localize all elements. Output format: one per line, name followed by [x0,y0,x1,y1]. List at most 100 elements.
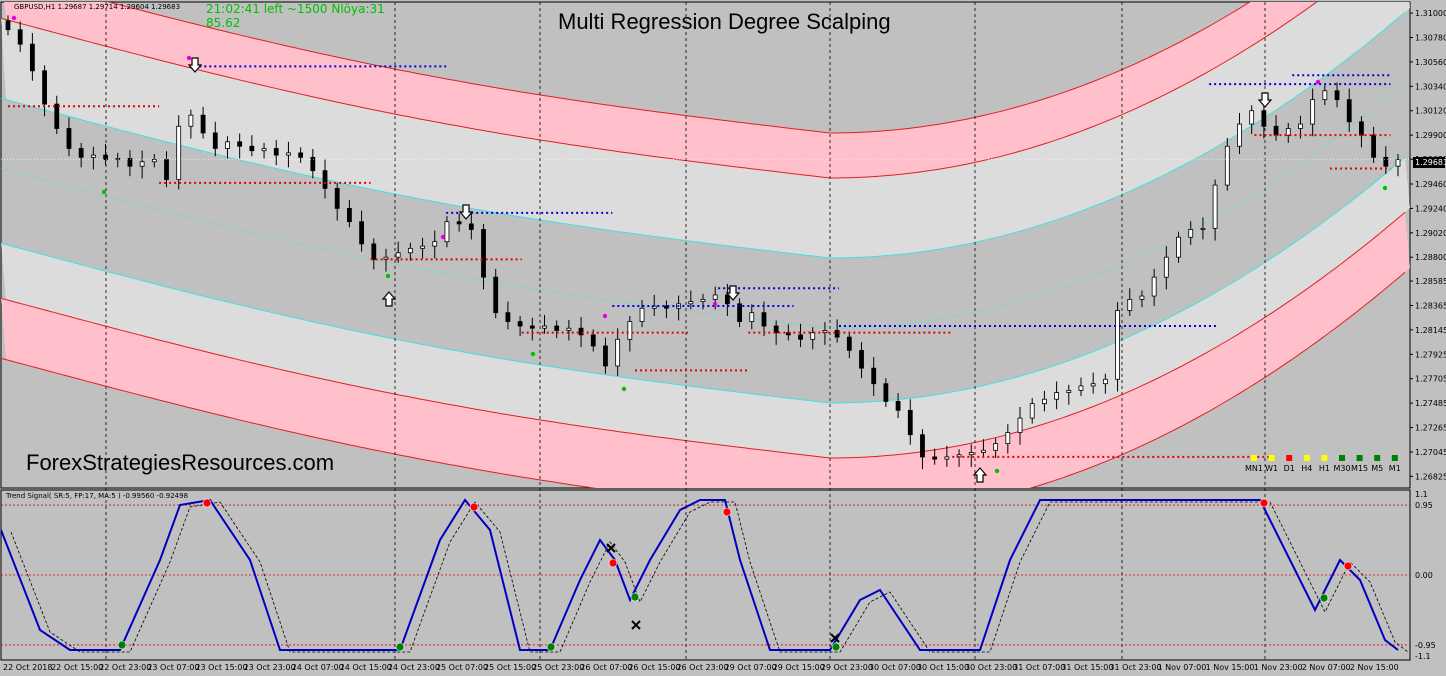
candle-body-65 [798,334,803,340]
candle-body-11 [139,161,145,167]
candle-body-9 [115,158,121,160]
timeframe-square-w1 [1268,455,1275,461]
candle-body-2 [29,43,35,72]
marker-dot-3 [602,313,608,319]
time-tick-label-20: 30 Oct 23:00 [965,663,1017,672]
candle-body-0 [5,20,11,31]
marker-dot-4 [712,301,718,307]
timeframe-square-d1 [1286,455,1293,461]
candle-body-70 [859,350,864,369]
time-tick-label-0: 22 Oct 2018 [3,663,52,672]
indicator-label: Trend Signal( SR:5, FP:17, MA:5 ) -0.995… [6,492,189,500]
candle-body-1 [17,29,23,45]
candle-body-106 [1298,123,1303,129]
candle-body-16 [200,114,206,134]
candle-body-52 [639,307,645,322]
signal-dot-11 [1343,561,1353,571]
price-tick-label-3: 1.30340 [1415,82,1446,91]
candle-body-80 [981,449,986,453]
marker-dot-5 [1315,79,1321,85]
candle-body-84 [1029,403,1035,419]
time-tick-label-23: 31 Oct 23:00 [1109,663,1161,672]
price-tick-label-17: 1.27265 [1415,424,1446,433]
candle-body-96 [1176,236,1181,258]
candle-body-85 [1042,398,1047,405]
candle-body-77 [944,456,950,460]
candle-body-6 [78,148,84,158]
price-tick-label-19: 1.26825 [1415,472,1446,481]
timeframe-label-d1: D1 [1284,464,1295,473]
signal-tick-label-1: 0.95 [1415,501,1433,510]
time-tick-label-4: 23 Oct 15:00 [195,663,247,672]
marker-dot-2 [440,234,446,240]
candle-body-4 [54,103,60,129]
time-tick-label-28: 2 Nov 15:00 [1350,663,1399,672]
candle-body-56 [688,301,694,305]
time-tick-label-25: 1 Nov 15:00 [1206,663,1255,672]
candle-body-99 [1212,184,1218,229]
time-tick-label-13: 26 Oct 15:00 [628,663,680,672]
candle-body-19 [237,141,243,147]
signal-dot-1 [395,642,405,652]
signal-dot-6 [202,498,212,508]
candle-body-51 [627,321,633,340]
price-tick-label-12: 1.28365 [1415,301,1446,310]
candle-body-43 [529,325,535,329]
candle-body-3 [42,70,47,105]
candle-body-35 [432,241,438,247]
candle-body-73 [895,401,901,411]
candle-body-74 [907,409,913,436]
candle-body-109 [1334,90,1340,101]
candle-body-24 [298,152,304,158]
candle-body-72 [883,383,889,402]
price-tick-label-10: 1.28800 [1415,253,1446,262]
timeframe-label-m5: M5 [1371,464,1383,473]
time-tick-label-11: 25 Oct 23:00 [532,663,584,672]
candle-body-82 [1005,432,1011,445]
timeframe-square-m5 [1374,455,1381,461]
price-tick-label-16: 1.27485 [1415,399,1446,408]
candle-body-33 [407,247,413,254]
marker-dot-7 [385,273,391,279]
price-tick-label-9: 1.29020 [1415,229,1446,238]
time-tick-label-8: 24 Oct 23:00 [388,663,440,672]
chart-window: 1.31000 1.30780 1.30560 1.30340 1.30120 1.299… [0,0,1446,676]
candle-body-91 [1115,310,1120,380]
candle-body-13 [164,159,169,180]
candle-body-114 [1395,159,1401,167]
marker-dot-10 [994,468,1000,474]
timeframe-label-w1: W1 [1265,464,1278,473]
current-price-tag: 1.29683 [1413,157,1446,168]
time-tick-label-6: 24 Oct 07:00 [292,663,344,672]
time-tick-label-18: 30 Oct 07:00 [869,663,921,672]
candle-body-41 [505,312,511,322]
price-tick-label-4: 1.30120 [1415,107,1446,116]
timeframe-square-m15 [1356,455,1363,461]
candle-body-89 [1090,383,1096,387]
candle-body-7 [90,154,96,158]
candle-body-40 [493,276,499,314]
candle-body-15 [188,114,194,127]
candle-body-94 [1151,276,1157,297]
price-tick-label-11: 1.28585 [1415,277,1446,286]
candle-body-102 [1249,110,1255,125]
candle-body-86 [1054,392,1059,400]
symbol-header: GBPUSD,H1 1.29687 1.29714 1.29604 1.2968… [14,3,181,11]
candle-body-22 [273,148,279,156]
marker-dot-8 [530,351,536,357]
candle-body-30 [371,243,377,260]
time-tick-label-16: 29 Oct 15:00 [773,663,825,672]
time-tick-label-15: 29 Oct 07:00 [725,663,777,672]
candle-body-59 [724,294,730,305]
time-tick-label-19: 30 Oct 15:00 [917,663,969,672]
time-tick-label-24: 1 Nov 07:00 [1157,663,1206,672]
chart-canvas[interactable]: 1.31000 1.30780 1.30560 1.30340 1.30120 1.299… [0,0,1446,676]
time-tick-label-5: 23 Oct 23:00 [244,663,296,672]
candle-body-95 [1163,256,1169,278]
candle-body-18 [225,141,230,149]
signal-tick-label-4: -1.1 [1415,652,1431,661]
candle-body-27 [334,188,340,209]
candle-body-92 [1127,298,1133,311]
candle-body-45 [554,325,560,331]
candle-body-108 [1322,90,1328,101]
